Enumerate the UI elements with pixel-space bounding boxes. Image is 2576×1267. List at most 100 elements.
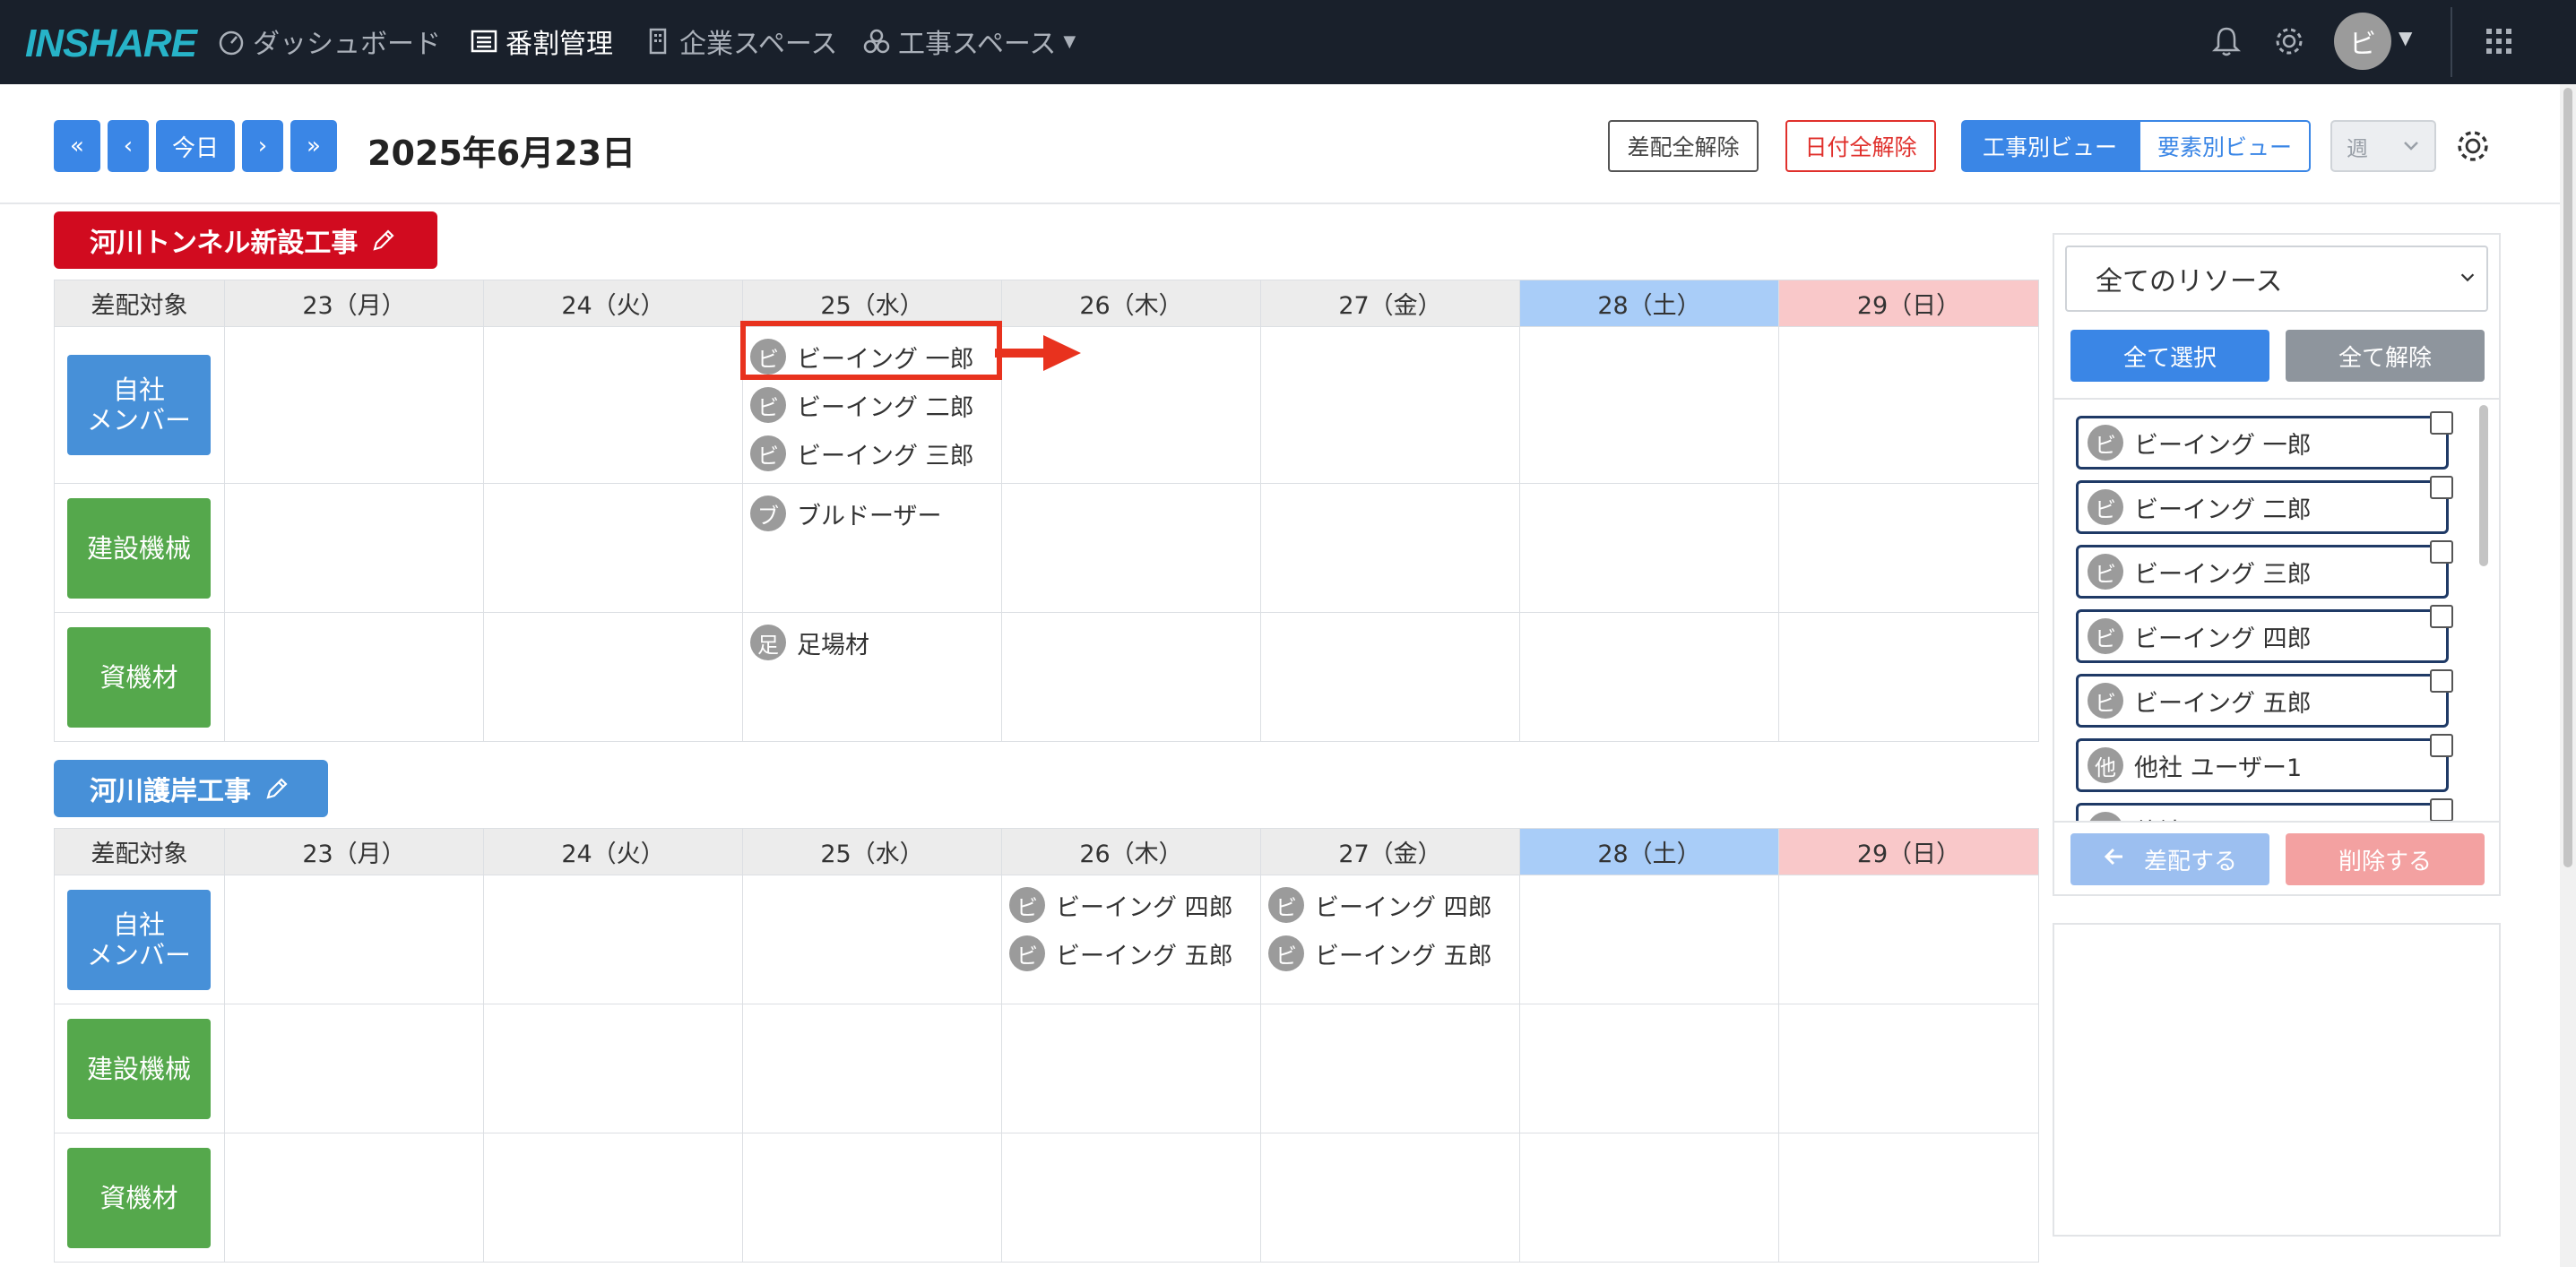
cell[interactable] <box>1001 612 1261 742</box>
assigned-chip[interactable]: ビビーイング 五郎 <box>1009 929 1253 978</box>
avatar: ビ <box>750 435 786 471</box>
cell[interactable] <box>1519 1004 1779 1133</box>
cell[interactable] <box>483 326 743 484</box>
cell[interactable] <box>1519 483 1779 613</box>
first-week-button[interactable]: « <box>54 120 100 172</box>
inshare-logo[interactable]: INSHARE <box>25 22 197 66</box>
cell[interactable] <box>1001 1004 1261 1133</box>
cell[interactable]: 足足場材 <box>742 612 1002 742</box>
apps-grid-icon[interactable] <box>2477 20 2520 63</box>
resource-checkbox[interactable] <box>2430 476 2453 499</box>
cell[interactable] <box>224 1133 484 1263</box>
bell-icon[interactable] <box>2205 20 2248 63</box>
resource-checkbox[interactable] <box>2430 669 2453 693</box>
cell[interactable] <box>1519 326 1779 484</box>
period-select[interactable]: 週 <box>2330 120 2436 172</box>
project-view-button[interactable]: 工事別ビュー <box>1961 120 2139 172</box>
today-button[interactable]: 今日 <box>156 120 235 172</box>
last-week-button[interactable]: » <box>290 120 337 172</box>
nav-construction-space[interactable]: 工事スペース ▼ <box>860 23 1076 60</box>
assigned-chip[interactable]: ブブルドーザー <box>750 489 994 538</box>
gear-icon[interactable] <box>2268 20 2311 63</box>
settings-gear-icon[interactable] <box>2452 125 2494 167</box>
assign-button[interactable]: 差配する <box>2070 833 2269 885</box>
assigned-chip[interactable]: 足足場材 <box>750 618 994 667</box>
cell[interactable] <box>1778 612 2039 742</box>
cell[interactable] <box>742 875 1002 1004</box>
project-name: 河川護岸工事 <box>90 776 251 807</box>
element-view-button[interactable]: 要素別ビュー <box>2139 120 2311 172</box>
cell[interactable] <box>1778 875 2039 1004</box>
select-all-button[interactable]: 全て選択 <box>2070 330 2269 382</box>
resource-item[interactable]: ビビーイング 四郎 <box>2076 605 2453 663</box>
cell[interactable] <box>1519 1133 1779 1263</box>
clear-all-assignments-button[interactable]: 差配全解除 <box>1608 120 1759 172</box>
pencil-icon[interactable] <box>370 227 397 254</box>
cell[interactable] <box>742 1004 1002 1133</box>
resource-checkbox[interactable] <box>2430 734 2453 757</box>
cell[interactable] <box>1778 326 2039 484</box>
cell[interactable] <box>483 483 743 613</box>
next-week-button[interactable]: › <box>242 120 283 172</box>
cell[interactable] <box>742 1133 1002 1263</box>
project-tag-tunnel[interactable]: 河川トンネル新設工事 <box>54 211 437 269</box>
delete-button[interactable]: 削除する <box>2286 833 2485 885</box>
cell[interactable] <box>1001 483 1261 613</box>
cell[interactable] <box>1260 326 1520 484</box>
cell[interactable] <box>224 612 484 742</box>
resource-checkbox[interactable] <box>2430 605 2453 628</box>
project-tag-revetment[interactable]: 河川護岸工事 <box>54 760 328 817</box>
nav-company-space[interactable]: 企業スペース <box>642 23 837 60</box>
resource-filter-value: 全てのリソース <box>2096 266 2283 297</box>
cell[interactable] <box>1001 1133 1261 1263</box>
cell[interactable] <box>483 1133 743 1263</box>
drag-arrow-icon <box>995 335 1081 371</box>
clear-all-dates-button[interactable]: 日付全解除 <box>1785 120 1936 172</box>
list-icon <box>468 25 500 57</box>
cell[interactable] <box>224 1004 484 1133</box>
chevron-down-icon[interactable]: ▼ <box>2399 27 2412 48</box>
user-avatar[interactable]: ビ <box>2334 13 2391 70</box>
resource-item[interactable]: 他 他社 ユーザー2 <box>2076 798 2453 821</box>
resource-checkbox[interactable] <box>2430 798 2453 821</box>
cell[interactable] <box>1778 483 2039 613</box>
cell[interactable] <box>483 612 743 742</box>
cell[interactable] <box>224 483 484 613</box>
resource-filter-select[interactable]: 全てのリソース <box>2065 246 2488 312</box>
assigned-chip[interactable]: ビビーイング 二郎 <box>750 381 994 429</box>
cell[interactable] <box>224 326 484 484</box>
resource-list-scrollbar[interactable] <box>2477 405 2490 817</box>
cell[interactable]: ビビーイング 四郎 ビビーイング 五郎 <box>1260 875 1520 1004</box>
cell[interactable]: ブブルドーザー <box>742 483 1002 613</box>
cell[interactable] <box>1260 483 1520 613</box>
resource-checkbox[interactable] <box>2430 540 2453 564</box>
cell[interactable] <box>1519 875 1779 1004</box>
deselect-all-button[interactable]: 全て解除 <box>2286 330 2485 382</box>
cell[interactable] <box>1519 612 1779 742</box>
cell[interactable] <box>224 875 484 1004</box>
page-scrollbar[interactable] <box>2560 84 2576 1267</box>
nav-assignment-management[interactable]: 番割管理 <box>468 23 613 60</box>
prev-week-button[interactable]: ‹ <box>108 120 149 172</box>
pencil-icon[interactable] <box>264 775 290 802</box>
assigned-chip[interactable]: ビビーイング 四郎 <box>1268 881 1512 929</box>
resource-item[interactable]: ビビーイング 二郎 <box>2076 476 2453 534</box>
resource-item[interactable]: 他他社 ユーザー1 <box>2076 734 2453 792</box>
cell[interactable] <box>483 1004 743 1133</box>
resource-checkbox[interactable] <box>2430 411 2453 435</box>
resource-item[interactable]: ビビーイング 五郎 <box>2076 669 2453 728</box>
assigned-chip[interactable]: ビビーイング 三郎 <box>750 429 994 478</box>
cell[interactable] <box>1778 1004 2039 1133</box>
cell[interactable]: ビビーイング 四郎 ビビーイング 五郎 <box>1001 875 1261 1004</box>
cell[interactable] <box>483 875 743 1004</box>
resource-item[interactable]: ビビーイング 三郎 <box>2076 540 2453 599</box>
resource-item[interactable]: ビビーイング 一郎 <box>2076 411 2453 470</box>
assigned-chip[interactable]: ビビーイング 五郎 <box>1268 929 1512 978</box>
header-day-27: 27（金） <box>1260 828 1520 875</box>
cell[interactable] <box>1260 1133 1520 1263</box>
assigned-chip[interactable]: ビビーイング 四郎 <box>1009 881 1253 929</box>
cell[interactable] <box>1260 612 1520 742</box>
cell[interactable] <box>1260 1004 1520 1133</box>
cell[interactable] <box>1778 1133 2039 1263</box>
nav-dashboard[interactable]: ダッシュボード <box>215 23 441 60</box>
